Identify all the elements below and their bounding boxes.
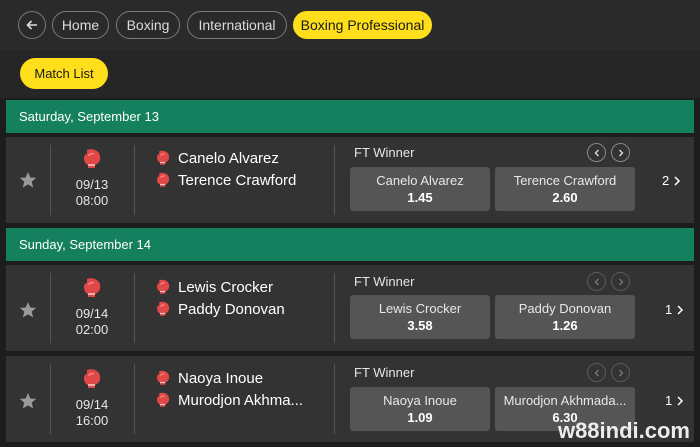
divider	[334, 145, 335, 215]
breadcrumb-boxing-professional[interactable]: Boxing Professional	[293, 11, 432, 39]
star-icon[interactable]	[18, 300, 38, 320]
boxing-glove-icon	[154, 149, 172, 167]
next-market-button[interactable]	[611, 272, 630, 291]
event-row[interactable]: 09/14 02:00 Lewis Crocker Paddy Donovan …	[6, 265, 694, 351]
star-icon[interactable]	[18, 391, 38, 411]
divider	[50, 364, 51, 434]
divider	[134, 364, 135, 434]
date-header: Sunday, September 14	[6, 228, 694, 261]
odds-price: 1.45	[407, 190, 433, 205]
odds-button[interactable]: Lewis Crocker 3.58	[350, 295, 490, 339]
watermark: w88indi.com	[557, 418, 690, 443]
prev-market-button[interactable]	[587, 272, 606, 291]
boxing-glove-icon	[154, 278, 172, 296]
event-date: 09/14	[75, 306, 109, 321]
player-name[interactable]: Canelo Alvarez	[178, 150, 279, 167]
boxing-glove-icon	[154, 369, 172, 387]
prev-market-button[interactable]	[587, 363, 606, 382]
event-time: 08:00	[75, 193, 109, 208]
odds-selection: Paddy Donovan	[518, 301, 612, 316]
boxing-glove-icon	[154, 171, 172, 189]
more-markets-count: 1	[665, 393, 673, 408]
more-markets-count: 1	[665, 302, 673, 317]
divider	[50, 145, 51, 215]
odds-selection: Lewis Crocker	[378, 301, 462, 316]
divider	[50, 273, 51, 343]
player-name[interactable]: Lewis Crocker	[178, 279, 273, 296]
breadcrumb-boxing[interactable]: Boxing	[116, 11, 180, 39]
next-market-button[interactable]	[611, 363, 630, 382]
match-list-button[interactable]: Match List	[20, 58, 108, 89]
next-market-button[interactable]	[611, 143, 630, 162]
chevron-right-icon	[618, 149, 623, 156]
odds-button[interactable]: Naoya Inoue 1.09	[350, 387, 490, 431]
chevron-right-icon	[674, 175, 681, 186]
odds-price: 1.26	[552, 318, 578, 333]
more-markets-count: 2	[662, 173, 670, 188]
odds-price: 3.58	[407, 318, 433, 333]
boxing-glove-icon	[80, 367, 104, 391]
date-header: Saturday, September 13	[6, 100, 694, 133]
breadcrumb-international[interactable]: International	[187, 11, 287, 39]
more-markets-link[interactable]: 1	[665, 393, 684, 408]
market-label: FT Winner	[354, 365, 415, 380]
boxing-glove-icon	[80, 147, 104, 171]
star-icon[interactable]	[18, 170, 38, 190]
divider	[334, 273, 335, 343]
breadcrumb-home[interactable]: Home	[52, 11, 109, 39]
arrow-left-icon	[26, 20, 37, 30]
market-label: FT Winner	[354, 274, 415, 289]
chevron-right-icon	[677, 304, 684, 315]
chevron-left-icon	[594, 149, 599, 156]
prev-market-button[interactable]	[587, 143, 606, 162]
odds-selection: Terence Crawford	[513, 173, 617, 188]
event-time: 02:00	[75, 322, 109, 337]
player-name[interactable]: Naoya Inoue	[178, 370, 263, 387]
chevron-right-icon	[618, 278, 623, 285]
player-name[interactable]: Paddy Donovan	[178, 301, 285, 318]
player-name[interactable]: Terence Crawford	[178, 172, 296, 189]
boxing-glove-icon	[154, 300, 172, 318]
breadcrumb-bar: Home Boxing International Boxing Profess…	[0, 0, 700, 50]
odds-selection: Naoya Inoue	[383, 393, 457, 408]
boxing-glove-icon	[80, 276, 104, 300]
chevron-left-icon	[594, 369, 599, 376]
back-button[interactable]	[18, 11, 46, 39]
chevron-right-icon	[618, 369, 623, 376]
event-row[interactable]: 09/13 08:00 Canelo Alvarez Terence Crawf…	[6, 137, 694, 223]
market-label: FT Winner	[354, 145, 415, 160]
more-markets-link[interactable]: 1	[665, 302, 684, 317]
chevron-right-icon	[677, 395, 684, 406]
event-date: 09/13	[75, 177, 109, 192]
event-date: 09/14	[75, 397, 109, 412]
player-name[interactable]: Murodjon Akhma...	[178, 392, 303, 409]
divider	[134, 145, 135, 215]
divider	[334, 364, 335, 434]
odds-button[interactable]: Terence Crawford 2.60	[495, 167, 635, 211]
odds-price: 1.09	[407, 410, 433, 425]
event-time: 16:00	[75, 413, 109, 428]
chevron-left-icon	[594, 278, 599, 285]
boxing-glove-icon	[154, 391, 172, 409]
more-markets-link[interactable]: 2	[662, 173, 681, 188]
odds-selection: Murodjon Akhmada...	[503, 393, 627, 408]
odds-button[interactable]: Paddy Donovan 1.26	[495, 295, 635, 339]
odds-button[interactable]: Canelo Alvarez 1.45	[350, 167, 490, 211]
odds-selection: Canelo Alvarez	[376, 173, 464, 188]
odds-price: 2.60	[552, 190, 578, 205]
divider	[134, 273, 135, 343]
